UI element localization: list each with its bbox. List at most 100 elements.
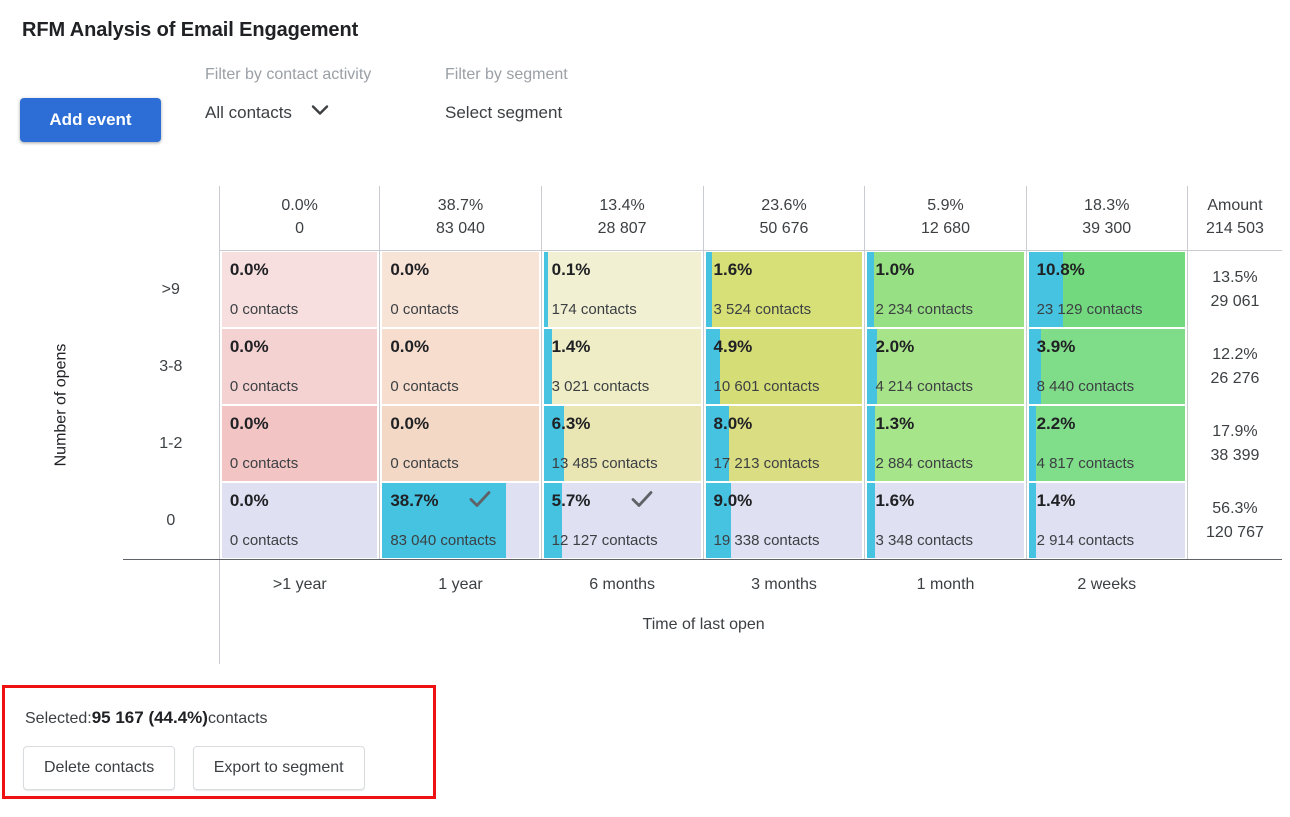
- row-total-pct: 13.5%: [1212, 268, 1258, 286]
- matrix-cell[interactable]: 0.0% 0 contacts: [221, 483, 378, 559]
- cell-percent: 2.0%: [875, 337, 915, 357]
- matrix-cell-wrapper: 0.0% 0 contacts: [218, 405, 380, 483]
- matrix-cell[interactable]: 0.1% 174 contacts: [543, 252, 701, 328]
- chevron-down-icon: [311, 104, 329, 116]
- delete-contacts-button[interactable]: Delete contacts: [23, 746, 176, 790]
- cell-value-bar: [867, 252, 874, 328]
- column-total-count: 28 807: [597, 220, 647, 238]
- column-total-pct: 13.4%: [599, 197, 645, 214]
- matrix-cell[interactable]: 0.0% 0 contacts: [382, 406, 539, 482]
- matrix-row: 0 0.0% 0 contacts 38.7% 83 040 contacts 5.7% 1…: [0, 482, 1282, 561]
- matrix-cell-wrapper: 10.8% 23 129 contacts: [1025, 250, 1188, 329]
- matrix-cell[interactable]: 1.6% 3 348 contacts: [867, 483, 1024, 559]
- row-total: 12.2% 26 276: [1186, 328, 1282, 406]
- matrix-cell[interactable]: 1.3% 2 884 contacts: [867, 406, 1024, 482]
- rfm-matrix: 0.0% 0 38.7% 83 040 13.4% 28 807 23.6% 50 676 5.…: [0, 186, 1282, 665]
- cell-percent: 0.0%: [229, 414, 269, 434]
- axis-tail-row: [0, 634, 1282, 665]
- cell-contacts-count: 0 contacts: [229, 532, 299, 550]
- matrix-cell[interactable]: 1.0% 2 234 contacts: [867, 252, 1024, 328]
- cell-value-bar: [1028, 406, 1037, 482]
- matrix-cell[interactable]: 0.0% 0 contacts: [221, 329, 378, 405]
- segment-filter: Filter by segment Select segment: [425, 66, 568, 123]
- matrix-cell[interactable]: 10.8% 23 129 contacts: [1028, 252, 1185, 328]
- matrix-cell[interactable]: 0.0% 0 contacts: [382, 252, 539, 328]
- cell-percent: 5.7%: [551, 491, 591, 511]
- contact-activity-filter-label: Filter by contact activity: [205, 66, 372, 83]
- matrix-cell[interactable]: 6.3% 13 485 contacts: [543, 406, 701, 482]
- cell-percent: 1.0%: [875, 260, 915, 280]
- matrix-cell-wrapper: 9.0% 19 338 contacts: [702, 482, 865, 561]
- y-axis-title: Number of opens: [0, 251, 123, 560]
- row-total: 56.3% 120 767: [1186, 482, 1282, 561]
- selection-prefix: Selected:: [25, 710, 92, 727]
- cell-percent: 1.3%: [875, 414, 915, 434]
- axis-tail-spacer: [0, 634, 123, 664]
- matrix-cell[interactable]: 8.0% 17 213 contacts: [705, 406, 863, 482]
- cell-percent: 0.0%: [390, 260, 430, 280]
- matrix-cell-wrapper: 1.6% 3 524 contacts: [702, 250, 865, 329]
- cell-percent: 1.4%: [551, 337, 591, 357]
- matrix-cell-wrapper: 0.1% 174 contacts: [540, 250, 704, 329]
- matrix-cell[interactable]: 1.4% 3 021 contacts: [543, 329, 701, 405]
- matrix-cell-wrapper: 3.9% 8 440 contacts: [1025, 328, 1188, 406]
- matrix-row: Number of opens >9 0.0% 0 contacts 0.0% 0 con…: [0, 250, 1282, 467]
- column-total-header: 5.9% 12 680: [864, 186, 1027, 252]
- matrix-cell[interactable]: 2.0% 4 214 contacts: [867, 329, 1024, 405]
- segment-filter-label: Filter by segment: [445, 66, 568, 83]
- cell-percent: 1.6%: [875, 491, 915, 511]
- matrix-cell[interactable]: 2.2% 4 817 contacts: [1028, 406, 1185, 482]
- selection-suffix: contacts: [207, 710, 268, 727]
- x-axis-spacer-b: [122, 559, 220, 595]
- matrix-cell[interactable]: 0.0% 0 contacts: [221, 406, 378, 482]
- matrix-cell[interactable]: 38.7% 83 040 contacts: [382, 483, 539, 559]
- matrix-cell-wrapper: 8.0% 17 213 contacts: [702, 405, 865, 483]
- matrix-cell-wrapper: 1.4% 2 914 contacts: [1025, 482, 1188, 561]
- row-total-count: 29 061: [1210, 292, 1260, 310]
- export-to-segment-button[interactable]: Export to segment: [192, 746, 365, 790]
- x-axis-tick-row: >1 year 1 year 6 months 3 months 1 month 2 we…: [0, 559, 1282, 595]
- cell-percent: 10.8%: [1036, 260, 1085, 280]
- x-axis-tick: 1 month: [916, 576, 975, 594]
- x-title-spacer-c: [1187, 594, 1282, 634]
- x-axis-tick: 1 year: [438, 576, 483, 594]
- matrix-cell-wrapper: 5.7% 12 127 contacts: [540, 482, 704, 561]
- column-total-pct: 38.7%: [437, 197, 484, 214]
- cell-contacts-count: 0 contacts: [390, 378, 459, 396]
- contact-activity-filter-select[interactable]: All contacts: [185, 103, 329, 123]
- segment-filter-select[interactable]: Select segment: [425, 103, 562, 123]
- row-label-1-2: 1-2: [122, 405, 220, 483]
- selection-summary: Selected:95 167 (44.4%)contacts: [25, 708, 268, 728]
- add-event-button[interactable]: Add event: [20, 98, 161, 142]
- cell-contacts-count: 0 contacts: [229, 301, 299, 319]
- x-axis-tick: 2 weeks: [1077, 576, 1137, 594]
- cell-value-bar: [1028, 483, 1037, 559]
- matrix-cell-wrapper: 2.2% 4 817 contacts: [1025, 405, 1188, 483]
- cell-contacts-count: 4 214 contacts: [875, 378, 974, 396]
- column-total-header: 18.3% 39 300: [1025, 186, 1188, 252]
- cell-percent: 2.2%: [1036, 414, 1076, 434]
- matrix-cell[interactable]: 4.9% 10 601 contacts: [705, 329, 863, 405]
- matrix-cell[interactable]: 0.0% 0 contacts: [221, 252, 378, 328]
- cell-percent: 6.3%: [551, 414, 591, 434]
- cell-percent: 0.1%: [551, 260, 591, 280]
- column-total-header: 0.0% 0: [218, 186, 380, 252]
- matrix-cell[interactable]: 0.0% 0 contacts: [382, 329, 539, 405]
- matrix-cell[interactable]: 3.9% 8 440 contacts: [1028, 329, 1185, 405]
- column-total-count: 12 680: [921, 220, 970, 238]
- matrix-row: 1-2 0.0% 0 contacts 0.0% 0 contacts 6.3% 13 48…: [0, 405, 1282, 483]
- column-total-header: 13.4% 28 807: [540, 186, 704, 252]
- cell-contacts-count: 0 contacts: [390, 455, 459, 473]
- cell-percent: 1.4%: [1036, 491, 1076, 511]
- amount-header: Amount 214 503: [1186, 186, 1282, 252]
- matrix-cell[interactable]: 1.6% 3 524 contacts: [705, 252, 863, 328]
- cell-contacts-count: 0 contacts: [229, 455, 299, 473]
- cell-percent: 0.0%: [390, 414, 430, 434]
- cell-contacts-count: 0 contacts: [390, 301, 459, 319]
- axis-tail-line: [122, 634, 220, 665]
- y-axis-spacer: [0, 186, 123, 251]
- matrix-cell[interactable]: 9.0% 19 338 contacts: [705, 483, 863, 559]
- cell-contacts-count: 13 485 contacts: [551, 455, 658, 473]
- matrix-cell[interactable]: 5.7% 12 127 contacts: [543, 483, 701, 559]
- matrix-cell[interactable]: 1.4% 2 914 contacts: [1028, 483, 1185, 559]
